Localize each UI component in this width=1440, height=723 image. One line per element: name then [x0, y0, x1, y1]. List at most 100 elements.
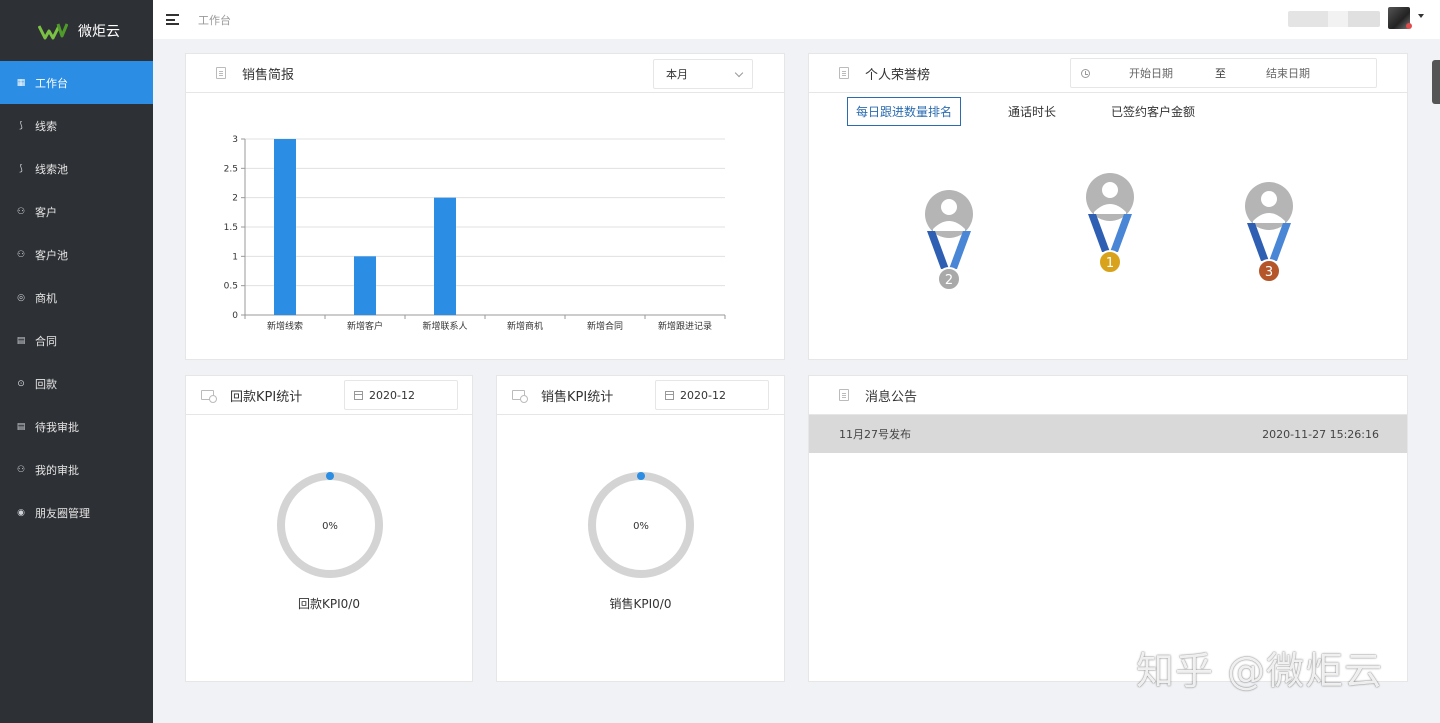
bar-1	[354, 256, 376, 315]
sidebar-item-0[interactable]: ▦ 工作台	[0, 61, 153, 104]
date-separator: 至	[1215, 67, 1226, 80]
user-name-blurred[interactable]	[1288, 11, 1380, 27]
sidebar-item-5[interactable]: ◎ 商机	[0, 276, 153, 319]
payment-month-picker[interactable]: 2020-12	[344, 380, 458, 410]
notice-item-title: 11月27号发布	[839, 428, 911, 441]
my-approval-icon: ⚇	[16, 464, 26, 475]
sidebar-item-2[interactable]: ⟆ 线索池	[0, 147, 153, 190]
tab-daily-followup[interactable]: 每日跟进数量排名	[847, 97, 962, 126]
customer-icon: ⚇	[16, 206, 26, 217]
period-select[interactable]: 本月	[653, 59, 753, 89]
medal-rank-3: 3	[1245, 182, 1293, 283]
kpi-icon	[201, 390, 217, 403]
sales-kpi-header: 销售KPI统计 2020-12	[497, 376, 784, 415]
y-tick-label: 2.5	[224, 164, 238, 174]
sidebar: 微炬云 ▦ 工作台 ⟆ 线索 ⟆ 线索池 ⚇ 客户 ⚇ 客户池 ◎ 商机 ▤ 合同 ⊙ 回款 ▤ 待我审批 ⚇ 我的审…	[0, 0, 153, 723]
kpi-icon	[512, 390, 528, 403]
sidebar-item-8[interactable]: ▤ 待我审批	[0, 405, 153, 448]
bar-0	[274, 139, 296, 315]
date-end-input[interactable]: 结束日期	[1266, 65, 1310, 81]
sales-month-value: 2020-12	[680, 388, 726, 402]
document-icon	[216, 67, 226, 79]
sidebar-item-label: 客户	[35, 205, 57, 219]
sales-month-picker[interactable]: 2020-12	[655, 380, 769, 410]
tab-call-duration[interactable]: 通话时长	[1008, 97, 1056, 126]
sidebar-nav: ▦ 工作台 ⟆ 线索 ⟆ 线索池 ⚇ 客户 ⚇ 客户池 ◎ 商机 ▤ 合同 ⊙ 回款 ▤ 待我审批 ⚇ 我的审批 ◉ 朋友…	[0, 61, 153, 534]
x-tick-label: 新增跟进记录	[658, 320, 712, 332]
bar-2	[434, 197, 456, 315]
tab-signed-amount[interactable]: 已签约客户金额	[1111, 97, 1195, 126]
moments-icon: ◉	[17, 507, 25, 518]
x-tick-label: 新增合同	[587, 320, 623, 332]
honor-header: 个人荣誉榜 开始日期 至 结束日期	[809, 54, 1407, 93]
notification-dot	[1406, 23, 1412, 29]
sidebar-item-9[interactable]: ⚇ 我的审批	[0, 448, 153, 491]
date-range-picker[interactable]: 开始日期 至 结束日期	[1070, 58, 1377, 88]
sidebar-item-4[interactable]: ⚇ 客户池	[0, 233, 153, 276]
document-icon	[839, 67, 849, 79]
sidebar-item-label: 朋友圈管理	[35, 506, 90, 520]
watermark: 知乎 @微炬云	[1136, 649, 1384, 693]
honor-card: 个人荣誉榜 开始日期 至 结束日期 每日跟进数量排名 通话时长 已签约客户金额 …	[808, 53, 1408, 360]
sales-kpi-title: 销售KPI统计	[541, 389, 614, 405]
payment-kpi-percent: 0%	[322, 521, 338, 532]
sales-kpi-card: 销售KPI统计 2020-12 0% 销售KPI0/0	[496, 375, 785, 682]
sidebar-item-10[interactable]: ◉ 朋友圈管理	[0, 491, 153, 534]
sidebar-item-6[interactable]: ▤ 合同	[0, 319, 153, 362]
y-tick-label: 2	[232, 194, 238, 204]
breadcrumb: 工作台	[198, 13, 231, 27]
honor-title: 个人荣誉榜	[865, 67, 931, 83]
sidebar-item-label: 我的审批	[35, 463, 79, 477]
chevron-down-icon[interactable]	[1418, 14, 1424, 18]
sales-bar-chart: 0 0.5 1 1.5 2 2.5 3 新增线索 新增客户 新增联系人 新增商机 新增合同 新增跟进记录	[224, 135, 726, 332]
contract-icon: ▤	[16, 335, 26, 346]
opportunity-icon: ◎	[17, 292, 25, 303]
app-logo[interactable]: 微炬云	[0, 0, 153, 61]
grid-icon: ▦	[16, 77, 26, 88]
customer-pool-icon: ⚇	[16, 249, 26, 260]
document-icon	[839, 389, 849, 401]
calendar-icon	[665, 390, 674, 400]
sales-report-card: 销售简报 本月 0 0.5 1 1.5 2 2.5 3 新增线索 新增客户 新增联系人 新增商机 新增…	[185, 53, 785, 360]
notice-title: 消息公告	[865, 389, 918, 405]
payment-kpi-card: 回款KPI统计 2020-12 0% 回款KPI0/0	[185, 375, 473, 682]
sidebar-item-label: 回款	[35, 377, 57, 391]
progress-dot	[637, 472, 645, 480]
clock-icon	[1081, 68, 1090, 78]
sidebar-item-7[interactable]: ⊙ 回款	[0, 362, 153, 405]
payment-kpi-title: 回款KPI统计	[230, 389, 303, 405]
menu-toggle-icon[interactable]	[166, 14, 179, 25]
y-tick-label: 1	[232, 252, 238, 262]
app-name: 微炬云	[78, 23, 120, 40]
medal-rank-label: 1	[1106, 256, 1114, 271]
clue-icon: ⟆	[19, 120, 23, 131]
medal-rank-2: 2	[925, 190, 973, 291]
pending-approval-icon: ▤	[16, 421, 26, 432]
date-start-input[interactable]: 开始日期	[1129, 65, 1173, 81]
calendar-icon	[354, 390, 363, 400]
x-tick-label: 新增客户	[347, 320, 383, 332]
side-scroll-handle[interactable]	[1432, 60, 1440, 104]
y-tick-label: 1.5	[224, 223, 238, 233]
payment-icon: ⊙	[17, 378, 25, 389]
logo-icon	[38, 22, 68, 39]
sales-kpi-ring: 0%	[588, 472, 694, 578]
clue-pool-icon: ⟆	[19, 163, 23, 174]
sidebar-item-3[interactable]: ⚇ 客户	[0, 190, 153, 233]
notice-card: 消息公告 11月27号发布 2020-11-27 15:26:16	[808, 375, 1408, 682]
payment-kpi-label: 回款KPI0/0	[298, 597, 360, 611]
sales-kpi-label: 销售KPI0/0	[609, 597, 672, 611]
x-tick-label: 新增联系人	[422, 320, 467, 332]
sidebar-item-label: 待我审批	[35, 420, 79, 434]
medal-rank-label: 2	[945, 273, 953, 288]
payment-month-value: 2020-12	[369, 388, 415, 402]
sidebar-item-label: 线索	[35, 119, 57, 133]
notice-item[interactable]: 11月27号发布 2020-11-27 15:26:16	[809, 415, 1407, 453]
sidebar-item-1[interactable]: ⟆ 线索	[0, 104, 153, 147]
payment-kpi-header: 回款KPI统计 2020-12	[186, 376, 472, 415]
sidebar-item-label: 客户池	[35, 248, 68, 262]
x-tick-label: 新增线索	[267, 320, 303, 332]
period-select-value: 本月	[666, 68, 688, 81]
sidebar-item-label: 线索池	[35, 162, 68, 176]
payment-kpi-ring: 0%	[277, 472, 383, 578]
